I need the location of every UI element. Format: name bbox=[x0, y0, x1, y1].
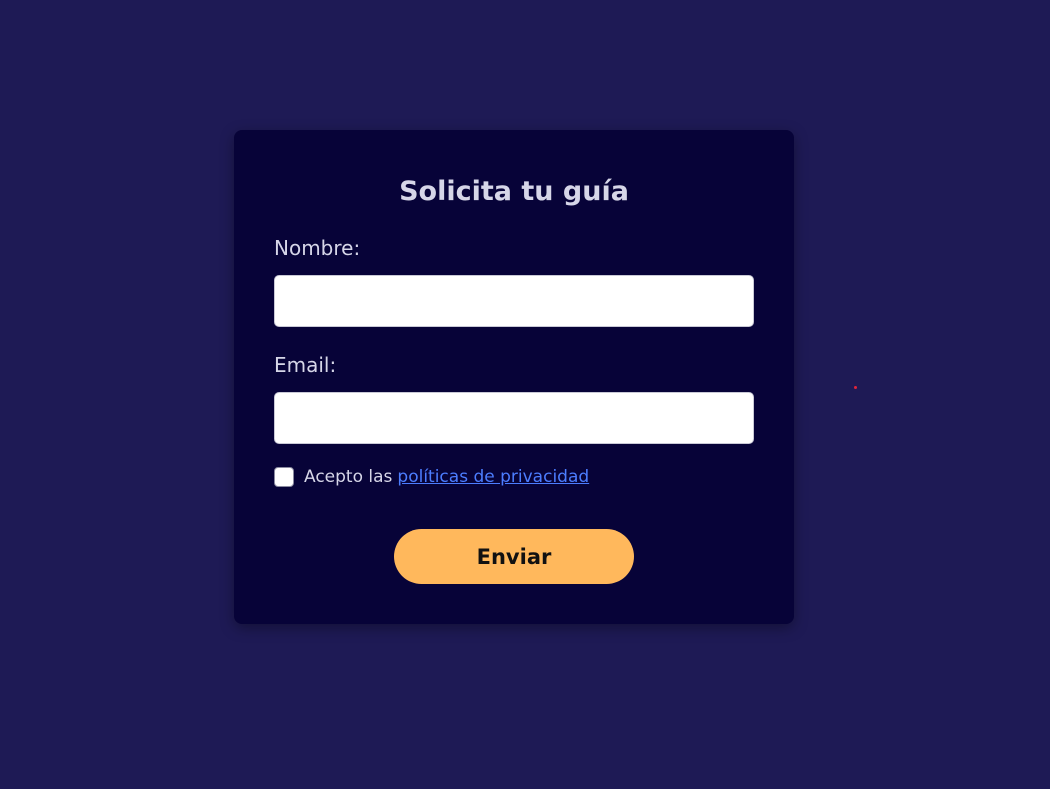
red-dot bbox=[854, 386, 857, 389]
privacy-policy-link[interactable]: políticas de privacidad bbox=[397, 466, 589, 488]
email-input[interactable] bbox=[274, 392, 754, 444]
email-label: Email: bbox=[274, 353, 337, 377]
guide-request-form: Solicita tu guía Nombre: Email: Acepto l… bbox=[234, 130, 794, 624]
submit-button[interactable]: Enviar bbox=[394, 529, 634, 584]
form-title: Solicita tu guía bbox=[399, 176, 629, 207]
name-input[interactable] bbox=[274, 275, 754, 327]
name-label: Nombre: bbox=[274, 236, 361, 260]
page-background: Solicita tu guía Nombre: Email: Acepto l… bbox=[0, 0, 1050, 789]
privacy-checkbox[interactable] bbox=[274, 467, 294, 487]
privacy-consent: Acepto las políticas de privacidad bbox=[274, 466, 589, 488]
consent-text: Acepto las bbox=[304, 467, 393, 487]
